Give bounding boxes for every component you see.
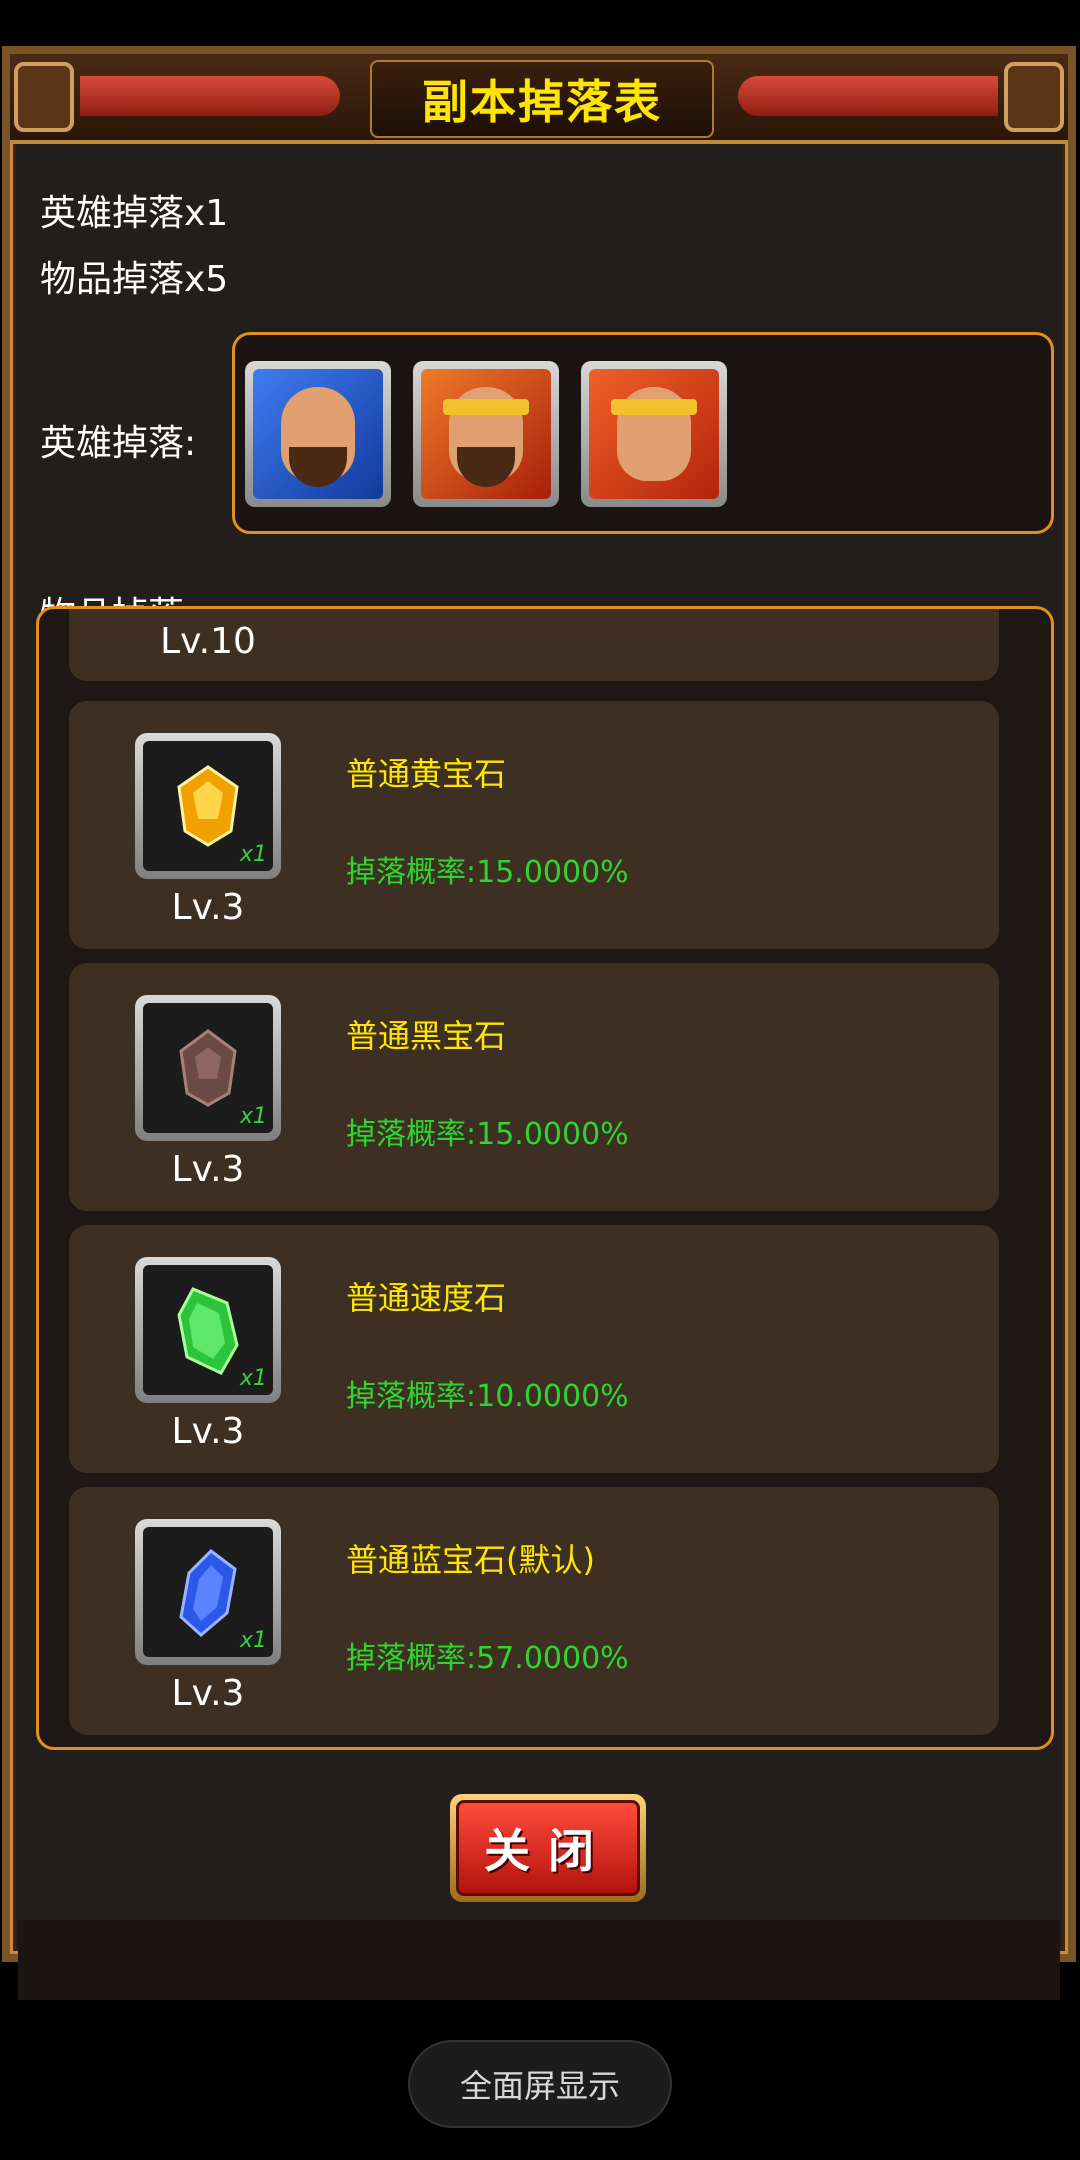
- list-item: Lv.10: [69, 609, 999, 681]
- blue-gem-icon: [179, 1549, 237, 1637]
- hero-drop-label: 英雄掉落:: [40, 423, 197, 464]
- list-item[interactable]: x1 Lv.3 普通黄宝石 掉落概率:15.0000%: [69, 701, 999, 949]
- item-drop-rate: 掉落概率:15.0000%: [346, 1117, 629, 1152]
- item-level: Lv.3: [171, 1673, 245, 1714]
- item-quantity: x1: [239, 1104, 267, 1129]
- hero-drop-count: 英雄掉落x1: [40, 193, 229, 234]
- fullscreen-display-button[interactable]: 全面屏显示: [408, 2040, 672, 2128]
- item-name: 普通黑宝石: [346, 1017, 507, 1055]
- hero-card-2[interactable]: [413, 361, 559, 507]
- item-quantity: x1: [239, 842, 267, 867]
- item-quantity: x1: [239, 1366, 267, 1391]
- item-slot[interactable]: x1: [135, 1257, 281, 1403]
- item-name: 普通蓝宝石(默认): [346, 1541, 595, 1579]
- list-item[interactable]: x1 Lv.3 普通黑宝石 掉落概率:15.0000%: [69, 963, 999, 1211]
- close-button[interactable]: 关闭: [450, 1794, 646, 1902]
- dialog-title: 副本掉落表: [422, 75, 662, 129]
- title-plate: 副本掉落表: [370, 60, 714, 138]
- item-slot[interactable]: x1: [135, 995, 281, 1141]
- item-name: 普通黄宝石: [346, 755, 507, 793]
- corner-ornament-left: [14, 62, 74, 132]
- item-drop-list[interactable]: Lv.10 x1 Lv.3 普通黄宝石 掉落概率:15.0000% x1 Lv.…: [36, 606, 1054, 1750]
- hero-portrait-3: [589, 369, 719, 499]
- list-item[interactable]: x1 Lv.3 普通蓝宝石(默认) 掉落概率:57.0000%: [69, 1487, 999, 1735]
- item-drop-rate: 掉落概率:57.0000%: [346, 1641, 629, 1676]
- hero-portrait-1: [253, 369, 383, 499]
- item-level: Lv.3: [171, 1149, 245, 1190]
- drop-table-dialog: 副本掉落表 英雄掉落x1 物品掉落x5 英雄掉落: 物品掉落: Lv.10: [2, 46, 1076, 2000]
- hero-card-3[interactable]: [581, 361, 727, 507]
- item-level: Lv.3: [171, 887, 245, 928]
- item-level: Lv.3: [171, 1411, 245, 1452]
- item-drop-count: 物品掉落x5: [40, 259, 229, 300]
- speed-gem-icon: [177, 1287, 239, 1375]
- yellow-gem-icon: [177, 765, 239, 847]
- black-gem-icon: [179, 1029, 237, 1107]
- fullscreen-display-label: 全面屏显示: [459, 2067, 620, 2105]
- item-name: 普通速度石: [346, 1279, 507, 1317]
- item-drop-rate: 掉落概率:10.0000%: [346, 1379, 629, 1414]
- header-decor-left: [80, 76, 340, 116]
- hero-portrait-2: [421, 369, 551, 499]
- close-button-label: 关闭: [484, 1824, 612, 1878]
- item-quantity: x1: [239, 1628, 267, 1653]
- hero-drop-box: [232, 332, 1054, 534]
- header-decor-right: [738, 76, 998, 116]
- item-drop-rate: 掉落概率:15.0000%: [346, 855, 629, 890]
- hero-card-1[interactable]: [245, 361, 391, 507]
- item-slot[interactable]: x1: [135, 1519, 281, 1665]
- corner-ornament-right: [1004, 62, 1064, 132]
- list-item[interactable]: x1 Lv.3 普通速度石 掉落概率:10.0000%: [69, 1225, 999, 1473]
- dialog-footer: [18, 1920, 1060, 2000]
- item-level: Lv.10: [160, 621, 256, 662]
- item-slot[interactable]: x1: [135, 733, 281, 879]
- dialog-header: 副本掉落表: [10, 54, 1068, 144]
